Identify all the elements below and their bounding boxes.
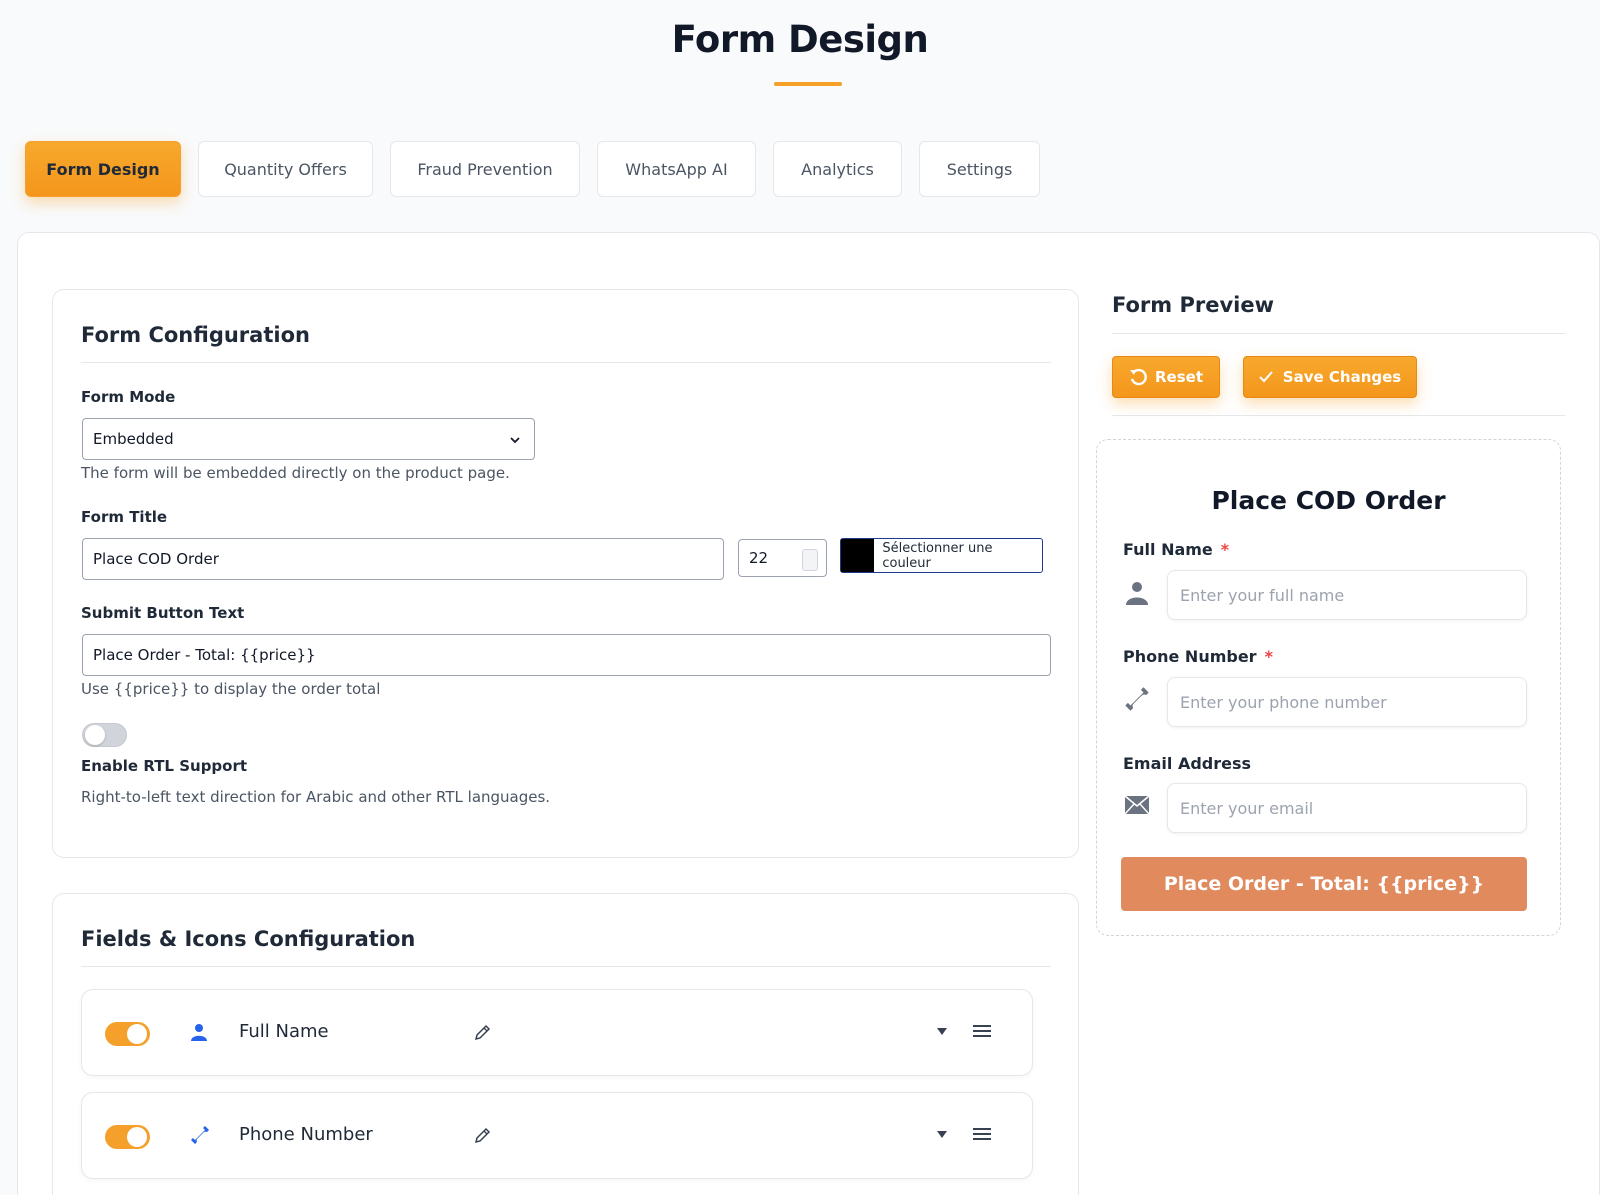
tab-quantity-offers[interactable]: Quantity Offers	[198, 141, 373, 197]
font-size-input[interactable]: 22	[738, 539, 827, 577]
chevron-down-icon	[510, 437, 520, 444]
reset-button[interactable]: Reset	[1112, 356, 1220, 398]
submit-text-label: Submit Button Text	[81, 604, 245, 622]
user-icon	[1121, 577, 1153, 609]
form-configuration-panel: Form Configuration Form Mode Embedded Th…	[52, 289, 1079, 858]
form-title-label: Form Title	[81, 508, 168, 526]
phone-number-label: Phone Number *	[1123, 647, 1273, 666]
submit-text-help: Use {{price}} to display the order total	[81, 680, 381, 698]
preview-form-title: Place COD Order	[1211, 486, 1446, 515]
drag-handle-icon[interactable]	[973, 1024, 991, 1038]
divider	[81, 362, 1051, 363]
check-icon	[1259, 371, 1273, 383]
full-name-input[interactable]: Enter your full name	[1167, 570, 1527, 620]
submit-text-value: Place Order - Total: {{price}}	[93, 646, 316, 664]
field-label: Full Name	[239, 1021, 329, 1042]
rtl-help: Right-to-left text direction for Arabic …	[81, 788, 551, 806]
save-changes-button[interactable]: Save Changes	[1243, 356, 1417, 398]
pencil-icon[interactable]	[474, 1127, 491, 1144]
page-title: Form Design	[671, 18, 929, 61]
submit-text-input[interactable]: Place Order - Total: {{price}}	[82, 634, 1051, 676]
color-picker-label: Sélectionner une couleur	[882, 540, 993, 571]
tab-settings[interactable]: Settings	[919, 141, 1040, 197]
tab-whatsapp-ai[interactable]: WhatsApp AI	[597, 141, 756, 197]
phone-icon	[191, 1126, 209, 1144]
preview-submit-button[interactable]: Place Order - Total: {{price}}	[1121, 857, 1527, 911]
divider	[1112, 333, 1565, 334]
font-size-value: 22	[749, 549, 769, 567]
color-swatch	[841, 539, 875, 572]
tab-bar: Form Design Quantity Offers Fraud Preven…	[25, 141, 1057, 197]
tab-form-design[interactable]: Form Design	[25, 141, 181, 197]
form-mode-select[interactable]: Embedded	[82, 418, 535, 460]
drag-handle-icon[interactable]	[973, 1127, 991, 1141]
form-mode-label: Form Mode	[81, 388, 176, 406]
caret-down-icon[interactable]	[937, 1028, 947, 1036]
form-preview-title: Form Preview	[1112, 293, 1274, 317]
panel-title: Form Configuration	[81, 323, 310, 347]
title-underline	[774, 82, 842, 86]
save-changes-label: Save Changes	[1282, 368, 1402, 386]
form-mode-help: The form will be embedded directly on th…	[81, 464, 510, 482]
phone-number-input[interactable]: Enter your phone number	[1167, 677, 1527, 727]
mail-icon	[1121, 789, 1153, 821]
field-toggle[interactable]	[105, 1125, 150, 1149]
panel-title: Fields & Icons Configuration	[81, 927, 416, 951]
rtl-label: Enable RTL Support	[81, 757, 248, 775]
phone-icon	[1121, 683, 1153, 715]
pencil-icon[interactable]	[474, 1024, 491, 1041]
reset-label: Reset	[1155, 368, 1203, 386]
form-title-input[interactable]: Place COD Order	[82, 538, 724, 580]
field-toggle[interactable]	[105, 1022, 150, 1046]
form-preview-box: Place COD Order Full Name * Enter your fu…	[1096, 439, 1561, 936]
rtl-toggle[interactable]	[82, 723, 127, 747]
reset-icon	[1130, 368, 1147, 386]
caret-down-icon[interactable]	[937, 1131, 947, 1139]
full-name-label: Full Name *	[1123, 540, 1230, 559]
tab-fraud-prevention[interactable]: Fraud Prevention	[390, 141, 580, 197]
form-mode-value: Embedded	[93, 430, 174, 448]
color-picker-button[interactable]: Sélectionner une couleur	[840, 538, 1043, 573]
fields-icons-panel: Fields & Icons Configuration Full Name P…	[52, 893, 1079, 1195]
spinner-icon[interactable]	[802, 549, 818, 571]
divider	[81, 966, 1051, 967]
divider	[1112, 415, 1565, 416]
tab-analytics[interactable]: Analytics	[773, 141, 902, 197]
field-label: Phone Number	[239, 1124, 373, 1145]
field-row-full-name[interactable]: Full Name	[81, 989, 1033, 1076]
field-row-phone-number[interactable]: Phone Number	[81, 1092, 1033, 1179]
user-icon	[191, 1024, 207, 1041]
email-input[interactable]: Enter your email	[1167, 783, 1527, 833]
form-title-value: Place COD Order	[93, 550, 219, 568]
email-address-label: Email Address	[1123, 754, 1252, 773]
